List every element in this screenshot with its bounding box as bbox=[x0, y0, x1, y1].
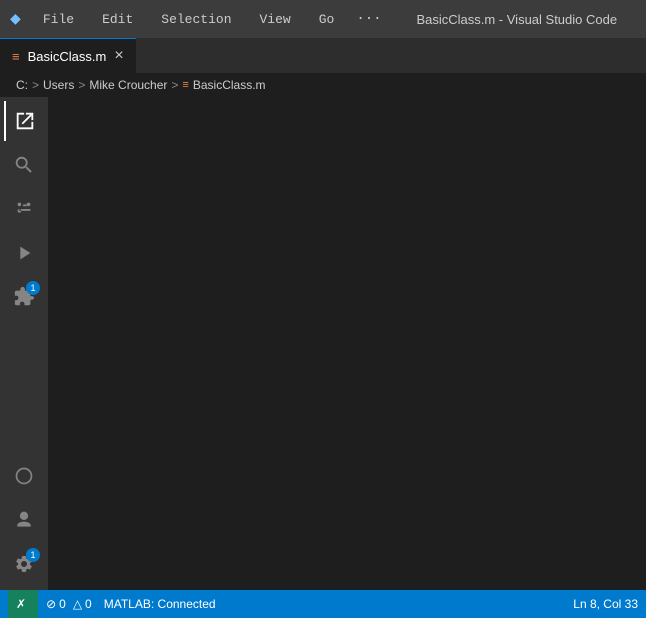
activitybar: 1 1 bbox=[0, 97, 48, 590]
main-area: 1 1 bbox=[0, 97, 646, 590]
breadcrumb-c: C: bbox=[16, 78, 28, 92]
line-numbers bbox=[48, 97, 92, 590]
error-icon: ⊘ bbox=[46, 597, 56, 611]
menu-dots[interactable]: ··· bbox=[356, 11, 381, 27]
menu-selection[interactable]: Selection bbox=[155, 8, 237, 31]
error-number: 0 bbox=[59, 597, 66, 611]
tab-close-button[interactable]: × bbox=[114, 47, 123, 65]
editor-tab[interactable]: ≡ BasicClass.m × bbox=[0, 38, 136, 73]
extensions-badge: 1 bbox=[26, 281, 40, 295]
account-icon[interactable] bbox=[4, 500, 44, 540]
breadcrumb-file: BasicClass.m bbox=[193, 78, 266, 92]
git-icon: ✗ bbox=[16, 597, 26, 611]
breadcrumb-sep2: > bbox=[78, 78, 85, 92]
tab-file-icon: ≡ bbox=[12, 49, 20, 64]
titlebar: ◆ File Edit Selection View Go ··· BasicC… bbox=[0, 0, 646, 38]
menu-file[interactable]: File bbox=[37, 8, 80, 31]
tab-label: BasicClass.m bbox=[28, 49, 107, 64]
code-area[interactable] bbox=[92, 97, 646, 590]
matlab-status: MATLAB: Connected bbox=[104, 597, 216, 611]
menu-go[interactable]: Go bbox=[313, 8, 341, 31]
settings-badge: 1 bbox=[26, 548, 40, 562]
menu-edit[interactable]: Edit bbox=[96, 8, 139, 31]
breadcrumb-file-icon: ≡ bbox=[182, 79, 188, 91]
extensions-icon[interactable]: 1 bbox=[4, 277, 44, 317]
git-branch[interactable]: ✗ bbox=[8, 590, 38, 618]
cursor-position: Ln 8, Col 33 bbox=[573, 597, 638, 611]
app-logo: ◆ bbox=[10, 8, 21, 30]
error-count[interactable]: ⊘ 0 △ 0 bbox=[46, 597, 92, 611]
warning-icon: △ bbox=[73, 597, 82, 611]
tabbar: ≡ BasicClass.m × bbox=[0, 38, 646, 73]
explorer-icon[interactable] bbox=[4, 101, 44, 141]
breadcrumb-user: Mike Croucher bbox=[89, 78, 167, 92]
window-title: BasicClass.m - Visual Studio Code bbox=[398, 12, 636, 27]
warning-number: 0 bbox=[85, 597, 92, 611]
breadcrumb-users: Users bbox=[43, 78, 74, 92]
remote-icon[interactable] bbox=[4, 456, 44, 496]
editor[interactable] bbox=[48, 97, 646, 590]
search-icon[interactable] bbox=[4, 145, 44, 185]
breadcrumb: C: > Users > Mike Croucher > ≡ BasicClas… bbox=[0, 73, 646, 97]
settings-icon[interactable]: 1 bbox=[4, 544, 44, 584]
statusbar: ✗ ⊘ 0 △ 0 MATLAB: Connected Ln 8, Col 33 bbox=[0, 590, 646, 618]
menu-view[interactable]: View bbox=[254, 8, 297, 31]
source-control-icon[interactable] bbox=[4, 189, 44, 229]
run-icon[interactable] bbox=[4, 233, 44, 273]
breadcrumb-sep1: > bbox=[32, 78, 39, 92]
breadcrumb-sep3: > bbox=[171, 78, 178, 92]
